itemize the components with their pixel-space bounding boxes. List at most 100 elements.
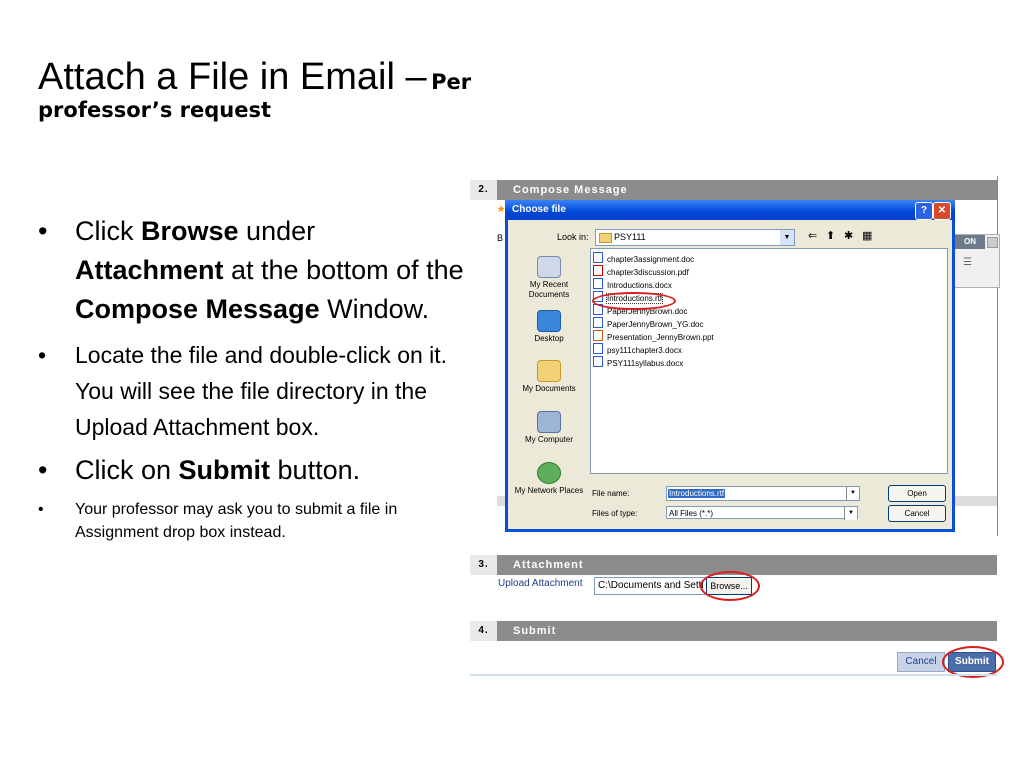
- doc-file-icon: [593, 317, 603, 328]
- section-number: 3.: [470, 555, 497, 575]
- section-submit: 4. Submit: [470, 621, 997, 641]
- dialog-cancel-button[interactable]: Cancel: [888, 505, 946, 522]
- title-sub-2: professor’s request: [38, 98, 272, 122]
- bullet-dot: •: [38, 455, 48, 485]
- chevron-down-icon[interactable]: ▼: [844, 507, 857, 520]
- toggle-square-icon[interactable]: [987, 237, 998, 248]
- close-icon[interactable]: ✕: [933, 202, 951, 220]
- bullet-list: • Click Browse under Attachment at the b…: [38, 212, 468, 544]
- section-label: Submit: [513, 625, 557, 637]
- bullet-text: Click on: [75, 455, 179, 485]
- folder-icon: [599, 233, 612, 243]
- look-in-value: PSY111: [614, 232, 646, 242]
- slide-title: Attach a File in Email – Per professor’s…: [38, 58, 598, 121]
- file-name-input[interactable]: Introductions.rtf ▼: [666, 486, 860, 501]
- bullet-item: • Click on Submit button.: [38, 451, 468, 490]
- place-label: My Network Places: [514, 486, 584, 495]
- dialog-titlebar[interactable]: Choose file ? ✕: [505, 200, 955, 220]
- form-bottom-rule: [470, 674, 997, 676]
- pdf-file-icon: [593, 265, 603, 276]
- places-bar: My Recent Documents Desktop My Documents…: [510, 248, 588, 520]
- toggle-on-label[interactable]: ON: [955, 235, 985, 249]
- section-number: 4.: [470, 621, 497, 641]
- bullet-text: Locate the file and double-click on it. …: [75, 342, 448, 440]
- bullet-bold: Attachment: [75, 255, 224, 285]
- list-item[interactable]: Introductions.docx: [593, 278, 673, 290]
- bullet-text: button.: [270, 455, 361, 485]
- view-menu-icon[interactable]: ▦: [862, 229, 872, 242]
- place-label: My Documents: [522, 384, 576, 393]
- doc-file-icon: [593, 252, 603, 263]
- file-type-select[interactable]: All Files (*.*) ▼: [666, 506, 858, 520]
- place-my-network-places[interactable]: My Network Places: [510, 462, 588, 496]
- up-folder-icon[interactable]: ⬆: [826, 229, 835, 242]
- form-right-edge: [997, 176, 1008, 536]
- file-type-value: All Files (*.*): [669, 509, 714, 518]
- upload-attachment-field[interactable]: C:\Documents and Setti: [594, 577, 709, 595]
- help-icon[interactable]: ?: [915, 202, 933, 220]
- bullet-text: Window.: [319, 294, 430, 324]
- list-item[interactable]: chapter3discussion.pdf: [593, 265, 690, 277]
- computer-icon: [537, 411, 561, 433]
- bullet-text: Your professor may ask you to submit a f…: [75, 501, 398, 541]
- bullet-dot: •: [38, 342, 47, 368]
- bullet-text: Click: [75, 216, 141, 246]
- open-button[interactable]: Open: [888, 485, 946, 502]
- bullet-item: • Your professor may ask you to submit a…: [38, 498, 468, 544]
- section-label: Compose Message: [513, 184, 628, 196]
- section-compose-message: 2. Compose Message: [470, 180, 997, 200]
- look-in-label: Look in:: [557, 232, 589, 242]
- file-list[interactable]: chapter3assignment.doc chapter3discussio…: [590, 248, 948, 474]
- place-my-documents[interactable]: My Documents: [510, 360, 588, 394]
- dialog-title: Choose file: [512, 204, 566, 215]
- upload-attachment-label: Upload Attachment: [498, 578, 583, 589]
- doc-file-icon: [593, 343, 603, 354]
- doc-file-icon: [593, 356, 603, 367]
- title-main: Attach a File in Email –: [38, 56, 427, 98]
- place-my-recent-documents[interactable]: My Recent Documents: [510, 256, 588, 300]
- list-item[interactable]: Presentation_JennyBrown.ppt: [593, 330, 715, 342]
- bullet-bold: Compose Message: [75, 294, 320, 324]
- title-sub-1: Per: [431, 70, 472, 94]
- bullet-item: • Locate the file and double-click on it…: [38, 337, 468, 445]
- bullet-dot: •: [38, 216, 48, 246]
- ppt-file-icon: [593, 330, 603, 341]
- section-label: Attachment: [513, 559, 584, 571]
- back-arrow-icon[interactable]: ⇐: [808, 229, 817, 242]
- doc-file-icon: [593, 278, 603, 289]
- bullet-text: under: [238, 216, 316, 246]
- desktop-icon: [537, 310, 561, 332]
- list-item[interactable]: PSY111syllabus.docx: [593, 356, 684, 368]
- list-item[interactable]: psy111chapter3.docx: [593, 343, 683, 355]
- editor-toolbar-fragment: ON ☰: [954, 234, 1000, 288]
- list-icon[interactable]: ☰: [963, 257, 972, 268]
- list-item[interactable]: chapter3assignment.doc: [593, 252, 695, 264]
- place-desktop[interactable]: Desktop: [510, 310, 588, 344]
- chevron-down-icon[interactable]: ▼: [846, 487, 859, 500]
- list-item[interactable]: PaperJennyBrown_YG.doc: [593, 317, 705, 329]
- place-label: My Computer: [524, 435, 573, 444]
- file-highlight-circle: [592, 292, 676, 310]
- place-label: Desktop: [534, 334, 564, 343]
- bullet-text: at the bottom of the: [223, 255, 464, 285]
- bullet-bold: Submit: [178, 455, 271, 485]
- bullet-bold: Browse: [141, 216, 239, 246]
- clock-icon: [537, 256, 561, 278]
- bullet-item: • Click Browse under Attachment at the b…: [38, 212, 468, 329]
- new-folder-icon[interactable]: ✱: [844, 229, 853, 242]
- folder-icon: [537, 360, 561, 382]
- file-type-label: Files of type:: [592, 509, 638, 518]
- browse-highlight-circle: [700, 571, 760, 601]
- choose-file-dialog: Choose file ? ✕ Look in: PSY111 ▼ ⇐ ⬆ ✱ …: [505, 200, 955, 532]
- file-name-label: File name:: [592, 489, 630, 498]
- email-compose-screenshot: * B ON ☰ 2. Compose Message 3. Attachmen…: [470, 176, 1010, 678]
- required-asterisk: *: [498, 204, 505, 221]
- place-my-computer[interactable]: My Computer: [510, 411, 588, 445]
- look-in-select[interactable]: PSY111 ▼: [595, 229, 795, 246]
- place-label: My Recent Documents: [528, 280, 570, 299]
- chevron-down-icon[interactable]: ▼: [780, 230, 794, 245]
- form-cancel-button[interactable]: Cancel: [897, 652, 945, 672]
- section-number: 2.: [470, 180, 497, 200]
- file-name-value: Introductions.rtf: [668, 489, 726, 498]
- bullet-dot: •: [38, 501, 44, 518]
